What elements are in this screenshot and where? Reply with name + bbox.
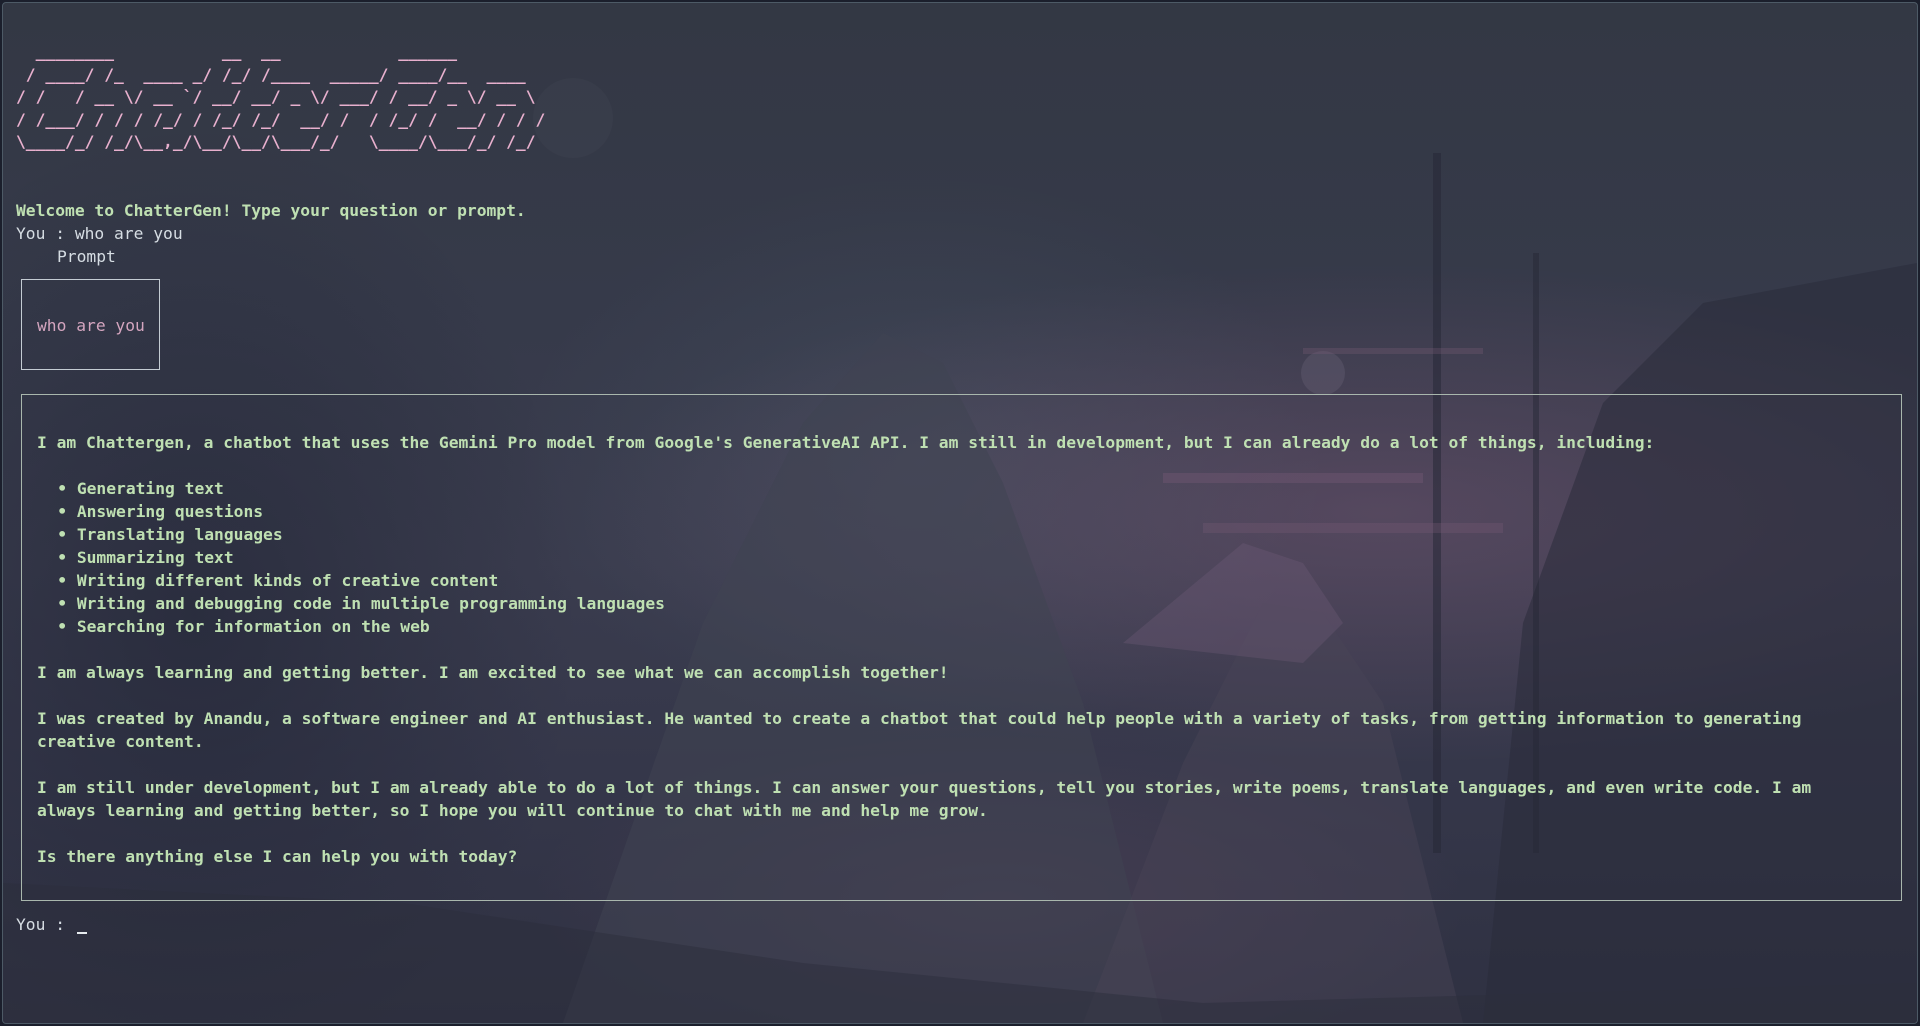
list-item-text: Writing and debugging code in multiple p… [76,594,665,613]
bullet-icon: • [57,525,67,544]
ascii-banner: ________ __ __ ______ / ____/ /_ ____ _/… [16,42,546,152]
response-paragraph-abilities: I am still under development, but I am a… [37,778,1812,820]
response-paragraph-learning: I am always learning and getting better.… [37,663,949,682]
list-item: • Writing and debugging code in multiple… [37,592,1881,615]
bullet-icon: • [57,571,67,590]
list-item: • Answering questions [37,500,1881,523]
capabilities-list: • Generating text • Answering questions … [37,477,1881,638]
response-panel: I am Chattergen, a chatbot that uses the… [21,394,1902,901]
prompt-panel-text: who are you [37,316,145,335]
bullet-icon: • [57,548,67,567]
input-prompt-label: You : [16,915,75,934]
terminal-content: ________ __ __ ______ / ____/ /_ ____ _/… [16,3,1917,1023]
list-item: • Generating text [37,477,1881,500]
bullet-icon: • [57,479,67,498]
response-paragraph-creator: I was created by Anandu, a software engi… [37,709,1802,751]
list-item: • Writing different kinds of creative co… [37,569,1881,592]
bullet-icon: • [57,594,67,613]
welcome-message: Welcome to ChatterGen! Type your questio… [16,201,526,220]
you-label: You : [16,224,75,243]
text-cursor [76,932,87,934]
user-message: who are you [74,224,183,243]
list-item: • Translating languages [37,523,1881,546]
bullet-icon: • [57,617,67,636]
response-closing: Is there anything else I can help you wi… [37,847,518,866]
list-item: • Summarizing text [37,546,1881,569]
prompt-panel-title: Prompt [57,247,116,266]
list-item-text: Searching for information on the web [76,617,430,636]
list-item-text: Generating text [76,479,224,498]
bullet-icon: • [57,502,67,521]
list-item-text: Translating languages [76,525,283,544]
list-item-text: Answering questions [76,502,264,521]
terminal-window: ________ __ __ ______ / ____/ /_ ____ _/… [2,2,1918,1024]
response-intro: I am Chattergen, a chatbot that uses the… [37,433,1655,452]
user-message-line: You : who are you [16,222,183,245]
prompt-panel: who are you [21,279,160,370]
list-item: • Searching for information on the web [37,615,1881,638]
list-item-text: Summarizing text [76,548,234,567]
input-line[interactable]: You : [16,913,87,936]
list-item-text: Writing different kinds of creative cont… [76,571,499,590]
